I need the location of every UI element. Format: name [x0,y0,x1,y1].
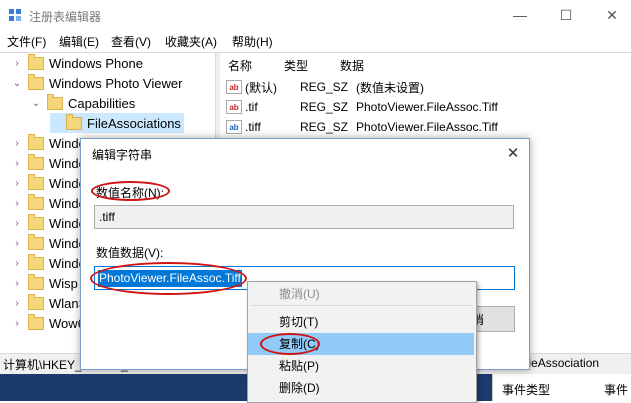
folder-icon [28,313,44,330]
value-name: .tiff [245,120,261,134]
value-data-label: 数值数据(V): [96,246,164,260]
menu-edit[interactable]: 编辑(E) [59,33,99,50]
value-type: REG_SZ [300,120,349,134]
chevron-right-icon[interactable]: › [12,238,22,249]
folder-icon [28,193,44,210]
tree-item[interactable]: › Wisp [12,273,78,293]
tree-item[interactable]: › Windo [12,213,86,233]
tree-item[interactable]: › Windo [12,253,86,273]
menu-view[interactable]: 查看(V) [111,33,151,50]
value-data: PhotoViewer.FileAssoc.Tiff [356,120,498,134]
tree-item-label: Wisp [49,275,78,291]
tree-item-selected[interactable]: FileAssociations [50,113,184,133]
menu-item-delete[interactable]: 删除(D) [248,377,474,399]
chevron-down-icon[interactable]: ⌄ [12,78,22,89]
table-row[interactable]: ab .tif REG_SZ PhotoViewer.FileAssoc.Tif… [226,97,498,117]
chevron-right-icon[interactable]: › [12,318,22,329]
column-header-data[interactable]: 数据 [340,57,364,74]
column-header-name[interactable]: 名称 [228,57,252,74]
minimize-button[interactable]: — [497,0,543,30]
chevron-right-icon[interactable]: › [12,138,22,149]
chevron-right-icon[interactable]: › [12,198,22,209]
tree-item[interactable]: › Windo [12,133,86,153]
tree-item-label: Capabilities [68,95,136,111]
tree-item[interactable]: ⌄ Windows Photo Viewer [12,73,182,93]
chevron-right-icon[interactable]: › [12,158,22,169]
tree-item[interactable]: › Windows Phone [12,53,143,73]
folder-icon [47,93,63,110]
folder-icon [28,293,44,310]
folder-icon [28,53,44,70]
tree-item[interactable]: › Windo [12,153,86,173]
window-title: 注册表编辑器 [29,10,102,24]
chevron-right-icon[interactable]: › [12,178,22,189]
column-header-event: 事件 [604,383,629,397]
chevron-right-icon[interactable]: › [12,258,22,269]
table-row[interactable]: ab (默认) REG_SZ (数值未设置) [226,77,424,97]
chevron-right-icon[interactable]: › [12,58,22,69]
string-value-icon: ab [226,80,242,94]
chevron-down-icon[interactable]: ⌄ [31,98,41,109]
tree-item-label: Windows Photo Viewer [49,75,183,91]
tree-item[interactable]: › Windo [12,193,86,213]
string-value-icon: ab [226,120,242,134]
tree-item[interactable]: › Windo [12,173,86,193]
tree-item[interactable]: › WlanS [12,293,87,313]
folder-icon [28,273,44,290]
annotation-circle [91,181,170,201]
value-type: REG_SZ [300,80,349,94]
annotation-circle [260,333,320,355]
column-header-type[interactable]: 类型 [284,57,308,74]
tree-item[interactable]: › Wow6 [12,313,85,333]
tree-item[interactable]: ⌄ Capabilities [31,93,135,113]
value-type: REG_SZ [300,100,349,114]
value-data: (数值未设置) [356,80,424,95]
value-data: PhotoViewer.FileAssoc.Tiff [356,100,498,114]
chevron-right-icon[interactable]: › [12,298,22,309]
value-name-field: .tiff [94,205,514,229]
maximize-button[interactable]: ☐ [543,0,589,30]
chevron-right-icon[interactable]: › [12,218,22,229]
folder-icon [28,73,44,90]
folder-icon [28,173,44,190]
chevron-right-icon[interactable]: › [12,278,22,289]
menu-help[interactable]: 帮助(H) [232,33,273,50]
close-button[interactable]: ✕ [589,0,631,30]
folder-icon [28,213,44,230]
menu-separator [251,305,473,306]
annotation-circle [90,262,247,295]
folder-icon [28,253,44,270]
menu-item-paste[interactable]: 粘贴(P) [248,355,474,377]
tree-item-label: Windows Phone [49,55,143,71]
dialog-title: 编辑字符串 [92,148,153,162]
regedit-icon [9,9,21,21]
menu-favorites[interactable]: 收藏夹(A) [165,33,217,50]
table-row[interactable]: ab .tiff REG_SZ PhotoViewer.FileAssoc.Ti… [226,117,498,137]
value-name: (默认) [245,80,277,95]
tree-item-label: FileAssociations [87,115,181,131]
value-name: .tif [245,100,258,114]
folder-icon [28,233,44,250]
menu-file[interactable]: 文件(F) [7,33,46,50]
column-header-event-type: 事件类型 [502,383,551,397]
folder-icon [28,133,44,150]
folder-icon [28,153,44,170]
folder-icon [66,113,82,130]
string-value-icon: ab [226,100,242,114]
tree-item[interactable]: › Windo [12,233,86,253]
menu-item-undo[interactable]: 撤消(U) [248,283,474,305]
menu-item-cut[interactable]: 剪切(T) [248,311,474,333]
dialog-close-button[interactable]: ✕ [500,140,526,166]
